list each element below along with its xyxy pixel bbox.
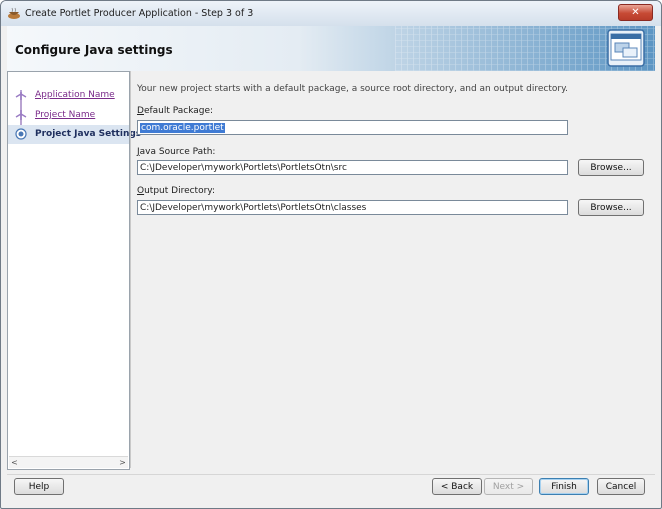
default-package-value: com.oracle.portlet [140, 123, 225, 133]
nav-item-project-java-settings[interactable]: Project Java Settings [8, 125, 141, 144]
settings-content: Your new project starts with a default p… [137, 71, 655, 468]
step-visited-icon [15, 110, 27, 120]
output-directory-label: Output Directory: [137, 186, 215, 196]
wizard-window-icon [607, 29, 645, 67]
wizard-dialog: Create Portlet Producer Application - St… [0, 0, 662, 509]
title-bar: Create Portlet Producer Application - St… [1, 1, 661, 26]
nav-horizontal-scrollbar[interactable]: < > [9, 456, 128, 468]
next-button[interactable]: Next > [484, 478, 533, 495]
default-package-label: Default Package: [137, 106, 214, 116]
panel-divider [130, 71, 131, 468]
cancel-button[interactable]: Cancel [597, 478, 645, 495]
intro-text: Your new project starts with a default p… [137, 84, 568, 94]
scroll-right-icon[interactable]: > [117, 457, 128, 468]
output-directory-value: C:\JDeveloper\mywork\Portlets\PortletsOt… [140, 203, 367, 213]
java-source-path-label: Java Source Path: [137, 147, 216, 157]
page-title: Configure Java settings [15, 43, 173, 57]
default-package-input[interactable]: com.oracle.portlet [137, 120, 568, 135]
step-current-icon [15, 128, 27, 140]
scroll-left-icon[interactable]: < [9, 457, 20, 468]
finish-button[interactable]: Finish [539, 478, 589, 495]
window-title: Create Portlet Producer Application - St… [25, 8, 254, 19]
help-button[interactable]: Help [14, 478, 64, 495]
back-button[interactable]: < Back [432, 478, 482, 495]
close-button[interactable]: ✕ [618, 4, 653, 21]
wizard-header: Configure Java settings [7, 26, 655, 71]
coffee-cup-icon [8, 7, 20, 19]
output-directory-input[interactable]: C:\JDeveloper\mywork\Portlets\PortletsOt… [137, 200, 568, 215]
nav-item-application-name[interactable]: Application Name [8, 86, 129, 105]
footer-divider [7, 474, 655, 475]
nav-item-label: Project Java Settings [35, 129, 142, 139]
step-visited-icon [15, 90, 27, 100]
nav-item-project-name[interactable]: Project Name [8, 106, 129, 125]
java-source-path-value: C:\JDeveloper\mywork\Portlets\PortletsOt… [140, 163, 347, 173]
java-source-path-input[interactable]: C:\JDeveloper\mywork\Portlets\PortletsOt… [137, 160, 568, 175]
browse-output-directory-button[interactable]: Browse... [578, 199, 644, 216]
wizard-body: Application Name Project Name Project Ja… [7, 71, 655, 473]
close-icon: ✕ [631, 7, 640, 18]
browse-source-path-button[interactable]: Browse... [578, 159, 644, 176]
steps-navigation: Application Name Project Name Project Ja… [7, 71, 141, 470]
nav-item-label: Application Name [35, 90, 115, 100]
nav-item-label: Project Name [35, 110, 96, 120]
